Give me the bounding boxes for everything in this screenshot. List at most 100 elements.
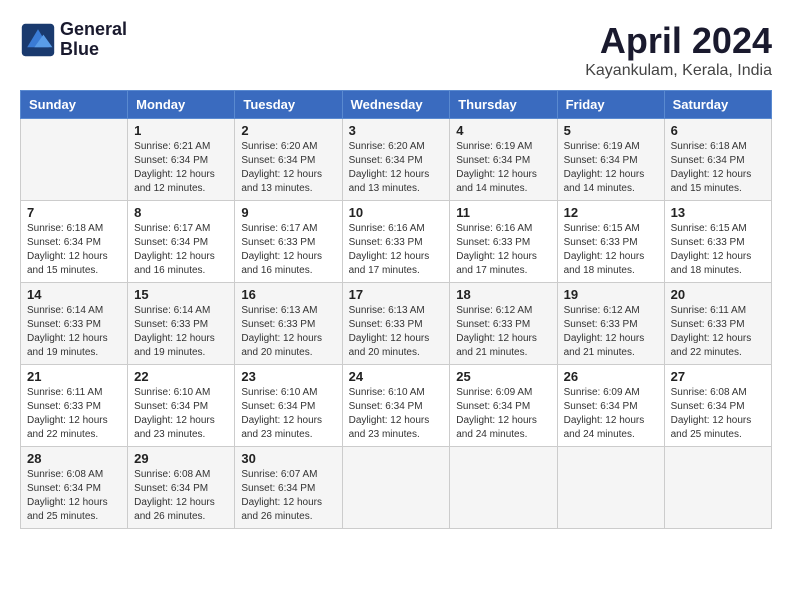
calendar-cell [450,447,557,529]
calendar-cell: 3 Sunrise: 6:20 AM Sunset: 6:34 PM Daylig… [342,119,450,201]
day-info: Sunrise: 6:17 AM Sunset: 6:33 PM Dayligh… [241,222,335,278]
day-number: 11 [456,205,550,220]
col-header-friday: Friday [557,91,664,119]
calendar-cell: 20 Sunrise: 6:11 AM Sunset: 6:33 PM Dayli… [664,283,771,365]
col-header-saturday: Saturday [664,91,771,119]
day-info: Sunrise: 6:20 AM Sunset: 6:34 PM Dayligh… [349,140,444,196]
day-info: Sunrise: 6:18 AM Sunset: 6:34 PM Dayligh… [671,140,765,196]
day-number: 24 [349,369,444,384]
calendar-cell: 19 Sunrise: 6:12 AM Sunset: 6:33 PM Dayli… [557,283,664,365]
day-number: 30 [241,451,335,466]
col-header-wednesday: Wednesday [342,91,450,119]
day-number: 12 [564,205,658,220]
day-info: Sunrise: 6:19 AM Sunset: 6:34 PM Dayligh… [456,140,550,196]
calendar-cell: 4 Sunrise: 6:19 AM Sunset: 6:34 PM Daylig… [450,119,557,201]
day-info: Sunrise: 6:10 AM Sunset: 6:34 PM Dayligh… [241,386,335,442]
day-info: Sunrise: 6:10 AM Sunset: 6:34 PM Dayligh… [134,386,228,442]
day-number: 23 [241,369,335,384]
day-info: Sunrise: 6:13 AM Sunset: 6:33 PM Dayligh… [241,304,335,360]
day-info: Sunrise: 6:09 AM Sunset: 6:34 PM Dayligh… [564,386,658,442]
week-row-4: 21Sunrise: 6:11 AM Sunset: 6:33 PM Dayli… [21,365,772,447]
calendar-cell: 15 Sunrise: 6:14 AM Sunset: 6:33 PM Dayli… [128,283,235,365]
month-title: April 2024 [585,20,772,62]
day-info: Sunrise: 6:20 AM Sunset: 6:34 PM Dayligh… [241,140,335,196]
logo: General Blue [20,20,127,60]
week-row-5: 28 Sunrise: 6:08 AM Sunset: 6:34 PM Dayli… [21,447,772,529]
day-number: 3 [349,123,444,138]
day-number: 6 [671,123,765,138]
location: Kayankulam, Kerala, India [585,62,772,80]
day-info: Sunrise: 6:08 AM Sunset: 6:34 PM Dayligh… [27,468,121,524]
header-row: SundayMondayTuesdayWednesdayThursdayFrid… [21,91,772,119]
title-block: April 2024 Kayankulam, Kerala, India [585,20,772,80]
day-number: 15 [134,287,228,302]
col-header-sunday: Sunday [21,91,128,119]
day-number: 10 [349,205,444,220]
calendar-cell: 13 Sunrise: 6:15 AM Sunset: 6:33 PM Dayli… [664,201,771,283]
day-number: 20 [671,287,765,302]
day-info: Sunrise: 6:12 AM Sunset: 6:33 PM Dayligh… [456,304,550,360]
day-number: 13 [671,205,765,220]
calendar-cell: 18 Sunrise: 6:12 AM Sunset: 6:33 PM Dayli… [450,283,557,365]
calendar-cell: 16 Sunrise: 6:13 AM Sunset: 6:33 PM Dayli… [235,283,342,365]
calendar-cell: 22Sunrise: 6:10 AM Sunset: 6:34 PM Dayli… [128,365,235,447]
day-info: Sunrise: 6:17 AM Sunset: 6:34 PM Dayligh… [134,222,228,278]
day-number: 1 [134,123,228,138]
calendar-cell: 10Sunrise: 6:16 AM Sunset: 6:33 PM Dayli… [342,201,450,283]
day-info: Sunrise: 6:11 AM Sunset: 6:33 PM Dayligh… [27,386,121,442]
calendar-cell: 17Sunrise: 6:13 AM Sunset: 6:33 PM Dayli… [342,283,450,365]
week-row-1: 1 Sunrise: 6:21 AM Sunset: 6:34 PM Daylig… [21,119,772,201]
calendar-cell: 7 Sunrise: 6:18 AM Sunset: 6:34 PM Daylig… [21,201,128,283]
day-number: 5 [564,123,658,138]
day-number: 2 [241,123,335,138]
calendar-cell: 12Sunrise: 6:15 AM Sunset: 6:33 PM Dayli… [557,201,664,283]
day-info: Sunrise: 6:18 AM Sunset: 6:34 PM Dayligh… [27,222,121,278]
day-number: 14 [27,287,121,302]
calendar-cell: 29Sunrise: 6:08 AM Sunset: 6:34 PM Dayli… [128,447,235,529]
calendar-cell: 26 Sunrise: 6:09 AM Sunset: 6:34 PM Dayli… [557,365,664,447]
day-info: Sunrise: 6:21 AM Sunset: 6:34 PM Dayligh… [134,140,228,196]
day-info: Sunrise: 6:11 AM Sunset: 6:33 PM Dayligh… [671,304,765,360]
calendar-cell [21,119,128,201]
calendar-cell: 27Sunrise: 6:08 AM Sunset: 6:34 PM Dayli… [664,365,771,447]
calendar-cell: 6 Sunrise: 6:18 AM Sunset: 6:34 PM Daylig… [664,119,771,201]
calendar-cell: 5Sunrise: 6:19 AM Sunset: 6:34 PM Daylig… [557,119,664,201]
col-header-tuesday: Tuesday [235,91,342,119]
calendar-cell: 11Sunrise: 6:16 AM Sunset: 6:33 PM Dayli… [450,201,557,283]
day-info: Sunrise: 6:14 AM Sunset: 6:33 PM Dayligh… [27,304,121,360]
day-number: 4 [456,123,550,138]
col-header-monday: Monday [128,91,235,119]
day-info: Sunrise: 6:15 AM Sunset: 6:33 PM Dayligh… [671,222,765,278]
calendar-cell: 9Sunrise: 6:17 AM Sunset: 6:33 PM Daylig… [235,201,342,283]
calendar-cell [557,447,664,529]
day-number: 25 [456,369,550,384]
day-number: 28 [27,451,121,466]
day-number: 18 [456,287,550,302]
day-number: 7 [27,205,121,220]
col-header-thursday: Thursday [450,91,557,119]
day-number: 16 [241,287,335,302]
calendar-cell: 14 Sunrise: 6:14 AM Sunset: 6:33 PM Dayli… [21,283,128,365]
calendar-cell [664,447,771,529]
calendar-cell: 25 Sunrise: 6:09 AM Sunset: 6:34 PM Dayli… [450,365,557,447]
calendar-cell: 21Sunrise: 6:11 AM Sunset: 6:33 PM Dayli… [21,365,128,447]
week-row-2: 7 Sunrise: 6:18 AM Sunset: 6:34 PM Daylig… [21,201,772,283]
calendar-cell: 24Sunrise: 6:10 AM Sunset: 6:34 PM Dayli… [342,365,450,447]
calendar-cell: 28 Sunrise: 6:08 AM Sunset: 6:34 PM Dayli… [21,447,128,529]
calendar-cell: 8 Sunrise: 6:17 AM Sunset: 6:34 PM Daylig… [128,201,235,283]
calendar-cell [342,447,450,529]
day-info: Sunrise: 6:08 AM Sunset: 6:34 PM Dayligh… [671,386,765,442]
calendar-cell: 23 Sunrise: 6:10 AM Sunset: 6:34 PM Dayli… [235,365,342,447]
day-info: Sunrise: 6:09 AM Sunset: 6:34 PM Dayligh… [456,386,550,442]
day-number: 26 [564,369,658,384]
day-number: 19 [564,287,658,302]
calendar-table: SundayMondayTuesdayWednesdayThursdayFrid… [20,90,772,529]
day-number: 8 [134,205,228,220]
page-header: General Blue April 2024 Kayankulam, Kera… [20,20,772,80]
day-info: Sunrise: 6:12 AM Sunset: 6:33 PM Dayligh… [564,304,658,360]
day-number: 17 [349,287,444,302]
calendar-cell: 1 Sunrise: 6:21 AM Sunset: 6:34 PM Daylig… [128,119,235,201]
day-info: Sunrise: 6:14 AM Sunset: 6:33 PM Dayligh… [134,304,228,360]
calendar-cell: 30Sunrise: 6:07 AM Sunset: 6:34 PM Dayli… [235,447,342,529]
logo-icon [20,22,56,58]
